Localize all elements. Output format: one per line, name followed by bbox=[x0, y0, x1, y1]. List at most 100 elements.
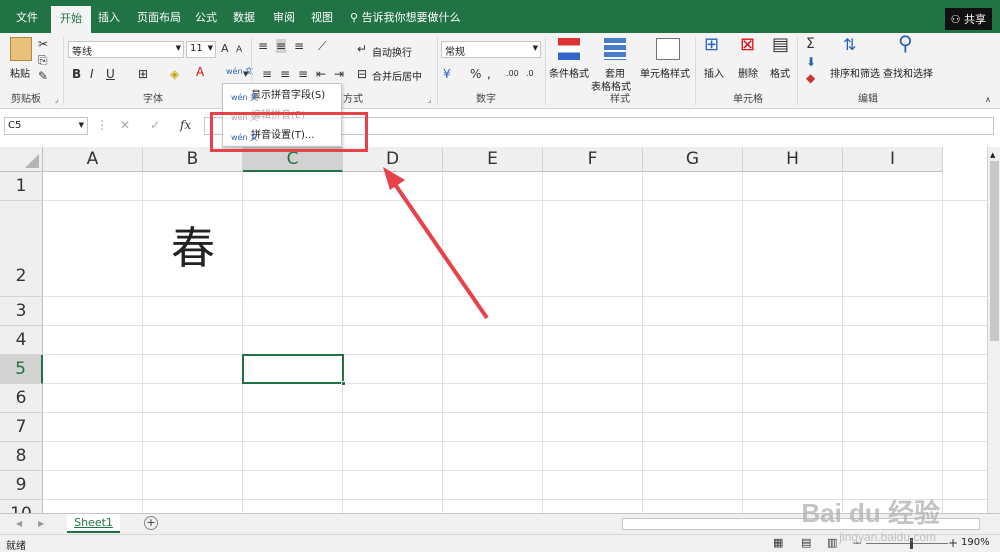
row-header-5[interactable]: 5 bbox=[0, 355, 43, 384]
row-header-7[interactable]: 7 bbox=[0, 413, 43, 442]
selected-cell-c5[interactable] bbox=[242, 354, 346, 386]
column-header-i[interactable]: I bbox=[843, 147, 943, 172]
fill-icon[interactable]: ⬇ bbox=[806, 55, 816, 69]
row-header-6[interactable]: 6 bbox=[0, 384, 43, 413]
row-header-9[interactable]: 9 bbox=[0, 471, 43, 500]
next-sheet-icon[interactable]: ▶ bbox=[38, 517, 44, 531]
zoom-level[interactable]: 190% bbox=[961, 537, 990, 548]
divider bbox=[437, 37, 438, 105]
font-name-select[interactable]: 等线 ▼ bbox=[68, 41, 184, 58]
cell-styles-button[interactable]: 单元格样式 bbox=[640, 65, 690, 80]
format-cells-button[interactable]: 格式 bbox=[770, 65, 790, 80]
add-sheet-icon[interactable]: + bbox=[144, 516, 158, 530]
tab-home[interactable]: 开始 bbox=[51, 6, 91, 33]
border-icon[interactable]: ⊞ bbox=[138, 67, 148, 81]
align-middle-icon[interactable]: ≡ bbox=[276, 39, 287, 53]
scroll-thumb[interactable] bbox=[990, 161, 999, 341]
decrease-indent-icon[interactable]: ⇤ bbox=[316, 67, 326, 81]
tab-page-layout[interactable]: 页面布局 bbox=[137, 9, 181, 25]
tab-view[interactable]: 视图 bbox=[311, 9, 333, 25]
tell-me-box[interactable]: ⚲ 告诉我你想要做什么 bbox=[350, 9, 461, 25]
align-bottom-icon[interactable]: ≡ bbox=[294, 39, 304, 53]
vertical-scrollbar[interactable]: ▲ bbox=[987, 147, 1000, 513]
row-header-4[interactable]: 4 bbox=[0, 326, 43, 355]
grow-font-button[interactable]: A bbox=[221, 42, 229, 56]
dialog-launcher-icon[interactable]: ⌟ bbox=[428, 93, 431, 107]
fill-color-icon[interactable]: ◈ bbox=[170, 67, 179, 81]
cell-b2[interactable]: 春 bbox=[143, 201, 243, 297]
row-header-10[interactable]: 10 bbox=[0, 500, 43, 513]
tab-insert[interactable]: 插入 bbox=[98, 9, 120, 25]
align-top-icon[interactable]: ≡ bbox=[258, 39, 268, 53]
dialog-launcher-icon[interactable]: ⌟ bbox=[55, 93, 58, 107]
align-left-icon[interactable]: ≡ bbox=[262, 67, 272, 81]
merge-center-button[interactable]: 合并后居中 bbox=[372, 68, 422, 83]
comma-button[interactable]: , bbox=[487, 67, 491, 81]
number-format-select[interactable]: 常规 ▼ bbox=[441, 41, 541, 58]
tab-review[interactable]: 审阅 bbox=[273, 9, 295, 25]
prev-sheet-icon[interactable]: ◀ bbox=[16, 517, 22, 531]
column-header-f[interactable]: F bbox=[543, 147, 643, 172]
font-color-icon[interactable]: A bbox=[196, 65, 204, 79]
cut-icon[interactable]: ✂ bbox=[38, 37, 48, 51]
tab-data[interactable]: 数据 bbox=[233, 9, 255, 25]
font-size-select[interactable]: 11 ▼ bbox=[186, 41, 216, 58]
tab-formulas[interactable]: 公式 bbox=[195, 9, 217, 25]
autosum-button[interactable]: Σ bbox=[806, 37, 815, 51]
page-break-view-icon[interactable]: ▥ bbox=[827, 536, 837, 550]
increase-decimal-button[interactable]: .00 bbox=[506, 67, 519, 81]
chevron-down-icon[interactable]: ▼ bbox=[243, 67, 248, 81]
enter-icon[interactable]: ✓ bbox=[150, 118, 160, 132]
scroll-up-icon[interactable]: ▲ bbox=[990, 151, 995, 159]
row-header-3[interactable]: 3 bbox=[0, 297, 43, 326]
insert-cells-button[interactable]: 插入 bbox=[704, 65, 724, 80]
underline-button[interactable]: U bbox=[106, 67, 115, 81]
share-button[interactable]: ⚇ 共享 bbox=[944, 8, 992, 30]
percent-button[interactable]: % bbox=[470, 67, 481, 81]
name-box[interactable]: C5 ▼ bbox=[4, 117, 88, 135]
zoom-in-icon[interactable]: + bbox=[948, 536, 958, 550]
row-header-2[interactable]: 2 bbox=[0, 201, 43, 297]
sort-filter-button[interactable]: 排序和筛选 bbox=[830, 65, 880, 80]
column-header-a[interactable]: A bbox=[43, 147, 143, 172]
phonetic-guide-icon[interactable]: wén 文 bbox=[226, 65, 253, 79]
align-center-icon[interactable]: ≡ bbox=[280, 67, 290, 81]
formula-bar: C5 ▼ ⋮ ✕ ✓ fx bbox=[0, 115, 1000, 137]
paste-icon[interactable] bbox=[10, 37, 32, 61]
divider bbox=[63, 37, 64, 105]
find-select-button[interactable]: 查找和选择 bbox=[883, 65, 933, 80]
decrease-decimal-button[interactable]: .0 bbox=[526, 67, 534, 81]
align-right-icon[interactable]: ≡ bbox=[298, 67, 308, 81]
increase-indent-icon[interactable]: ⇥ bbox=[334, 67, 344, 81]
annotation-highlight-box bbox=[210, 112, 368, 152]
wrap-text-button[interactable]: 自动换行 bbox=[372, 44, 412, 59]
format-painter-icon[interactable]: ✎ bbox=[38, 69, 48, 83]
column-header-h[interactable]: H bbox=[743, 147, 843, 172]
orientation-icon[interactable]: ⟋ bbox=[318, 39, 326, 53]
menu-item-show-phonetic[interactable]: wén 文显示拼音字段(S) bbox=[223, 86, 341, 105]
sheet-tab-sheet1[interactable]: Sheet1 bbox=[67, 514, 120, 533]
paste-button[interactable]: 粘贴 bbox=[10, 65, 30, 80]
shrink-font-button[interactable]: A bbox=[236, 43, 242, 57]
row-header-8[interactable]: 8 bbox=[0, 442, 43, 471]
delete-cells-button[interactable]: 删除 bbox=[738, 65, 758, 80]
tab-file[interactable]: 文件 bbox=[16, 9, 38, 25]
clear-icon[interactable]: ◆ bbox=[806, 71, 815, 85]
row-header-1[interactable]: 1 bbox=[0, 172, 43, 201]
select-all-button[interactable] bbox=[0, 147, 43, 172]
bold-button[interactable]: B bbox=[72, 67, 81, 81]
italic-button[interactable]: I bbox=[90, 67, 94, 81]
page-layout-view-icon[interactable]: ▤ bbox=[801, 536, 811, 550]
fill-handle[interactable] bbox=[341, 381, 346, 386]
cancel-icon[interactable]: ✕ bbox=[120, 118, 130, 132]
normal-view-icon[interactable]: ▦ bbox=[773, 536, 783, 550]
gridline bbox=[542, 172, 543, 513]
wrap-text-icon: ↵ bbox=[357, 42, 368, 56]
copy-icon[interactable]: ⎘ bbox=[38, 53, 48, 67]
insert-function-button[interactable]: fx bbox=[180, 118, 191, 132]
column-header-g[interactable]: G bbox=[643, 147, 743, 172]
currency-icon[interactable]: ¥ bbox=[443, 67, 451, 81]
collapse-ribbon-icon[interactable]: ∧ bbox=[985, 93, 991, 107]
column-header-e[interactable]: E bbox=[443, 147, 543, 172]
conditional-format-button[interactable]: 条件格式 bbox=[549, 65, 589, 80]
